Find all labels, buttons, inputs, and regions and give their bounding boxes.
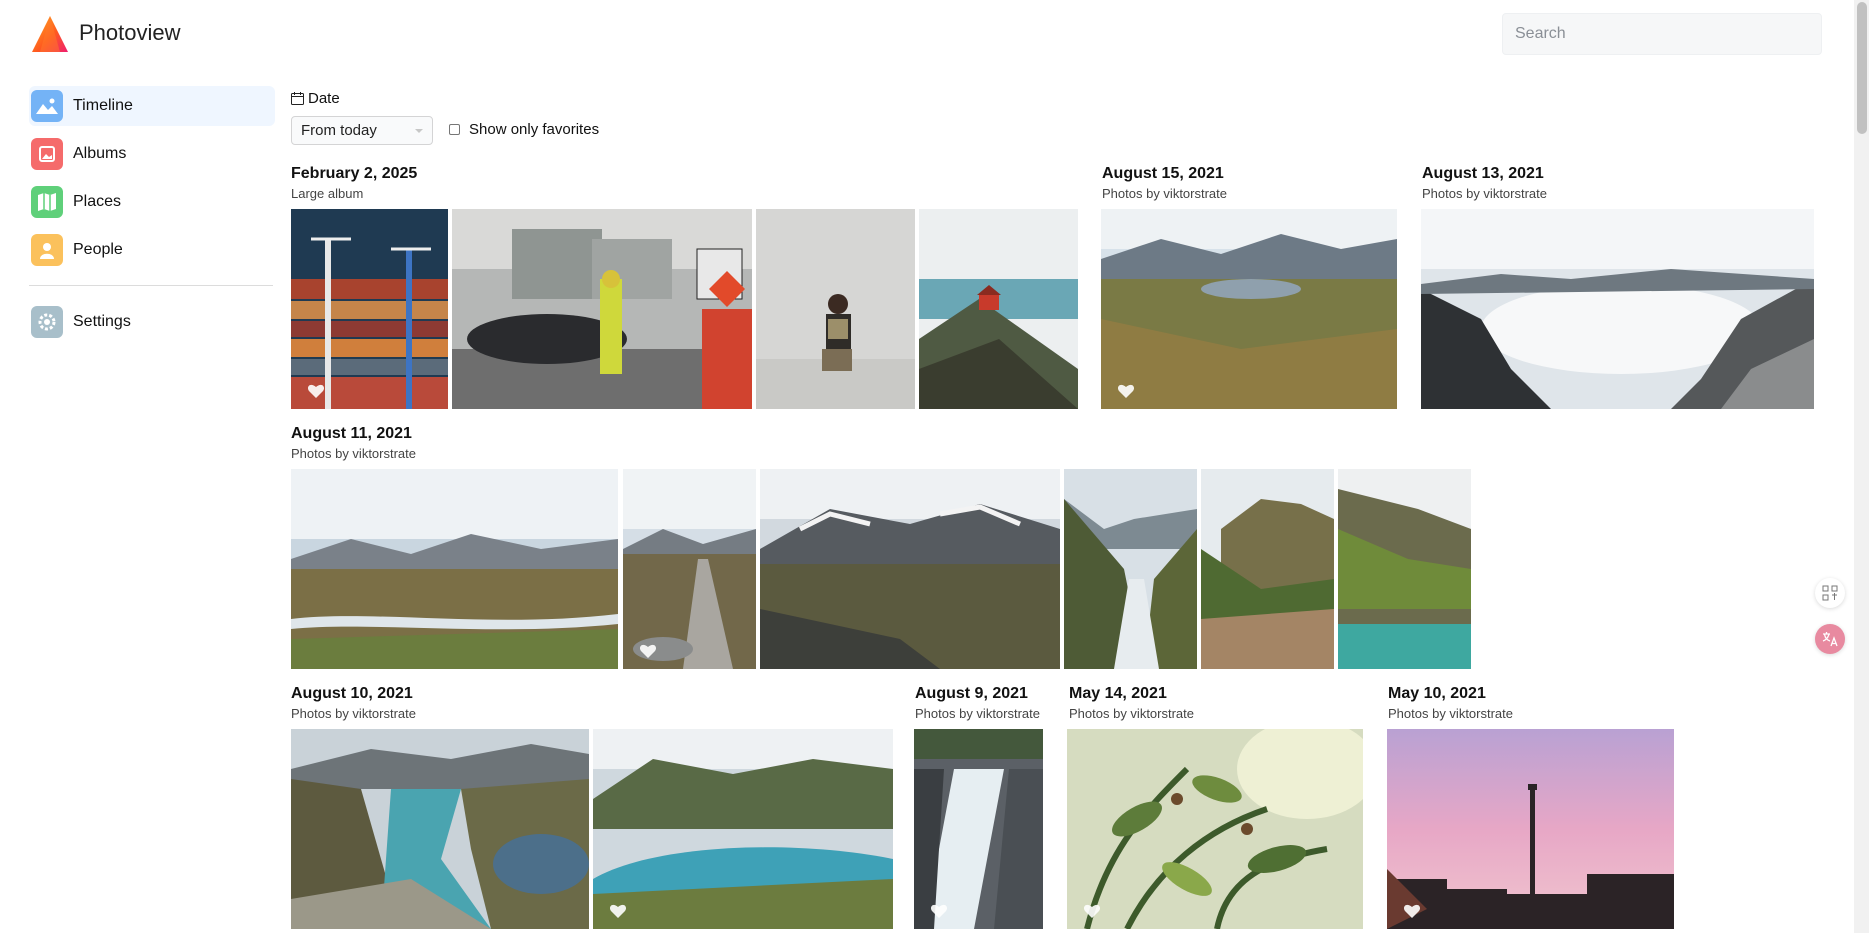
sidebar-divider [29,285,273,286]
group-subtitle[interactable]: Photos by viktorstrate [291,706,416,721]
heart-icon[interactable] [609,903,627,919]
group-date: August 13, 2021 [1422,165,1544,182]
group-subtitle[interactable]: Photos by viktorstrate [1388,706,1513,721]
heart-icon[interactable] [930,903,948,919]
heart-icon[interactable] [639,643,657,659]
group-subtitle[interactable]: Photos by viktorstrate [1102,186,1227,201]
sidebar-item-places[interactable]: Places [29,182,275,222]
sidebar-item-label: People [73,241,123,258]
group-date: August 9, 2021 [915,685,1028,702]
date-range-select[interactable]: From today [291,116,433,145]
sidebar-item-label: Timeline [73,97,133,114]
header: Photoview [0,0,1869,70]
photo-thumbnail[interactable] [1338,469,1471,669]
heart-icon[interactable] [1083,903,1101,919]
chevron-down-icon [415,128,423,133]
group-subtitle[interactable]: Photos by viktorstrate [1069,706,1194,721]
scrollbar-track[interactable] [1854,0,1869,933]
favorites-filter[interactable]: Show only favorites [449,121,599,138]
photo-thumbnail[interactable] [914,729,1043,929]
date-filter-label: Date [291,90,340,107]
person-icon [31,234,63,266]
sidebar-item-people[interactable]: People [29,230,275,270]
translate-icon[interactable] [1815,624,1845,654]
sidebar: Timeline Albums Places People Settings [0,70,290,933]
group-subtitle[interactable]: Photos by viktorstrate [915,706,1040,721]
sidebar-item-label: Settings [73,313,131,330]
sidebar-item-albums[interactable]: Albums [29,134,275,174]
photo-thumbnail[interactable] [756,209,915,409]
photo-thumbnail[interactable] [291,209,448,409]
scrollbar-thumb[interactable] [1857,2,1867,134]
photo-thumbnail[interactable] [1067,729,1363,929]
sidebar-item-label: Places [73,193,122,210]
sidebar-item-label: Albums [73,145,127,162]
group-date: May 10, 2021 [1388,685,1486,702]
heart-icon[interactable] [1117,383,1135,399]
gear-icon [31,306,63,338]
photoview-logo[interactable] [30,14,70,54]
photo-thumbnail[interactable] [1387,729,1674,929]
group-date: August 10, 2021 [291,685,413,702]
photo-thumbnail[interactable] [593,729,893,929]
sidebar-item-settings[interactable]: Settings [29,302,275,342]
photo-thumbnail[interactable] [623,469,756,669]
calendar-icon [291,92,304,105]
map-icon [31,186,63,218]
group-date: May 14, 2021 [1069,685,1167,702]
qr-code-icon[interactable] [1815,578,1845,608]
date-range-value: From today [301,122,377,139]
group-date: August 11, 2021 [291,425,412,442]
heart-icon[interactable] [307,383,325,399]
photo-thumbnail[interactable] [1421,209,1814,409]
photo-thumbnail[interactable] [291,469,618,669]
album-icon [31,138,63,170]
sidebar-item-timeline[interactable]: Timeline [29,86,275,126]
heart-icon[interactable] [1403,903,1421,919]
group-subtitle[interactable]: Photos by viktorstrate [291,446,416,461]
group-date: February 2, 2025 [291,165,418,182]
photo-thumbnail[interactable] [1201,469,1334,669]
group-subtitle[interactable]: Photos by viktorstrate [1422,186,1547,201]
photo-thumbnail[interactable] [760,469,1060,669]
search-input[interactable] [1502,13,1822,55]
photo-thumbnail[interactable] [1064,469,1197,669]
app-title[interactable]: Photoview [79,20,181,46]
photo-thumbnail[interactable] [919,209,1078,409]
favorites-checkbox[interactable] [449,124,460,135]
photo-thumbnail[interactable] [452,209,752,409]
photo-thumbnail[interactable] [1101,209,1397,409]
group-date: August 15, 2021 [1102,165,1224,182]
group-subtitle[interactable]: Large album [291,186,363,201]
favorites-label: Show only favorites [469,121,600,138]
date-label-text: Date [308,90,340,107]
image-icon [31,90,63,122]
photo-thumbnail[interactable] [291,729,589,929]
